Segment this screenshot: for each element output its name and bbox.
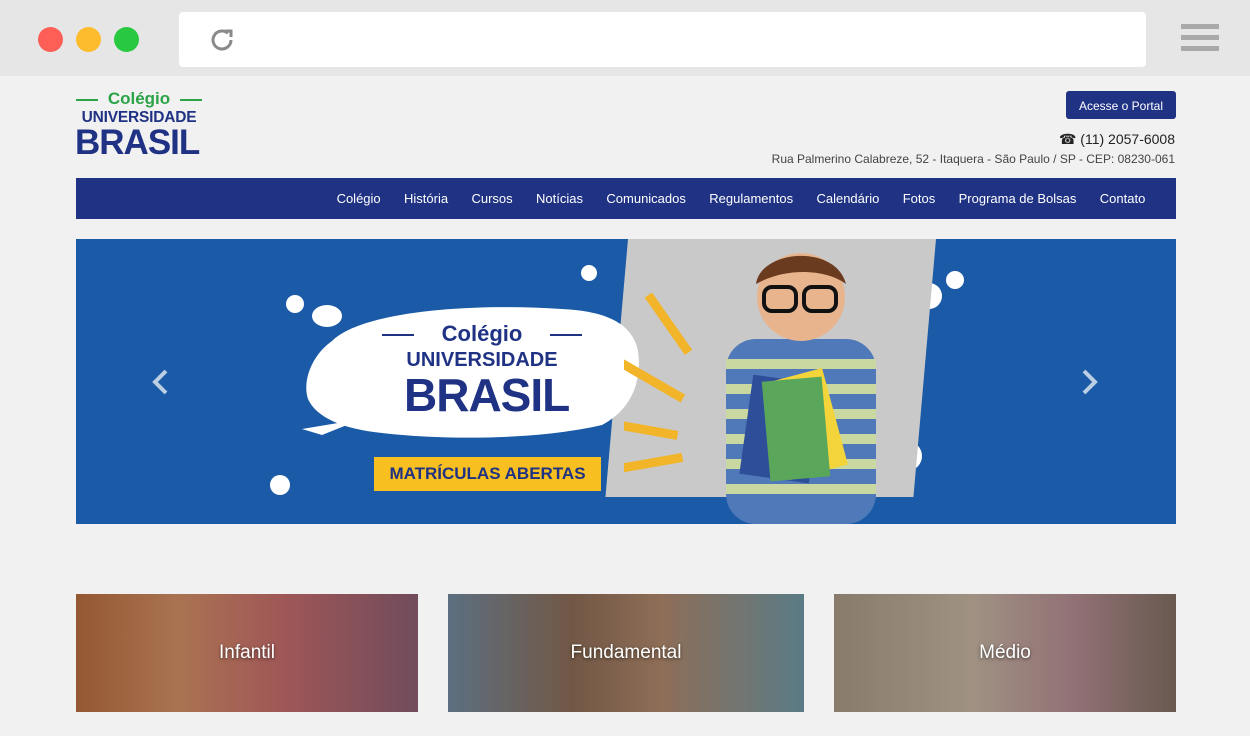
- minimize-window-button[interactable]: [76, 27, 101, 52]
- nav-item-programa-de-bolsas[interactable]: Programa de Bolsas: [947, 178, 1088, 219]
- student-photo: [726, 253, 876, 524]
- logo-line3: BRASIL: [75, 123, 200, 162]
- nav-item-colegio[interactable]: Colégio: [325, 178, 392, 219]
- banner-logo-line1: Colégio: [382, 321, 582, 347]
- paint-splash: [581, 265, 597, 281]
- paint-splash: [946, 271, 964, 289]
- nav-item-cursos[interactable]: Cursos: [460, 178, 525, 219]
- browser-chrome: [0, 0, 1250, 76]
- paint-splash: [270, 475, 290, 495]
- portal-access-button[interactable]: Acesse o Portal: [1066, 91, 1176, 119]
- site-logo[interactable]: Colégio UNIVERSIDADE BRASIL: [75, 88, 202, 164]
- address-bar[interactable]: [179, 12, 1146, 67]
- nav-item-regulamentos[interactable]: Regulamentos: [698, 178, 805, 219]
- card-label: Infantil: [219, 642, 275, 663]
- nav-item-contato[interactable]: Contato: [1088, 178, 1157, 219]
- carousel-next-icon[interactable]: [1074, 367, 1104, 397]
- phone-icon: ☎: [1058, 131, 1077, 147]
- nav-item-fotos[interactable]: Fotos: [891, 178, 947, 219]
- maximize-window-button[interactable]: [114, 27, 139, 52]
- banner-logo-line3: BRASIL: [404, 369, 570, 421]
- enrollment-badge[interactable]: MATRÍCULAS ABERTAS: [374, 457, 601, 491]
- logo-line1: Colégio: [76, 88, 202, 110]
- enrollment-badge-label: MATRÍCULAS ABERTAS: [389, 464, 586, 483]
- nav-item-noticias[interactable]: Notícias: [524, 178, 594, 219]
- banner-logo: Colégio UNIVERSIDADE BRASIL: [382, 321, 582, 422]
- hamburger-menu-icon[interactable]: [1181, 24, 1219, 54]
- close-window-button[interactable]: [38, 27, 63, 52]
- card-medio[interactable]: Médio: [834, 594, 1176, 712]
- card-fundamental[interactable]: Fundamental: [448, 594, 804, 712]
- nav-item-calendario[interactable]: Calendário: [805, 178, 891, 219]
- card-label: Fundamental: [570, 642, 682, 663]
- hero-carousel: Colégio UNIVERSIDADE BRASIL MATRÍCULAS A…: [76, 239, 1176, 524]
- phone-text: (11) 2057-6008: [1080, 131, 1175, 147]
- nav-item-comunicados[interactable]: Comunicados: [595, 178, 698, 219]
- carousel-prev-icon[interactable]: [146, 367, 176, 397]
- main-navigation: Colégio História Cursos Notícias Comunic…: [76, 178, 1176, 219]
- card-label: Médio: [979, 642, 1031, 663]
- reload-icon[interactable]: [207, 25, 237, 55]
- address-text: Rua Palmerino Calabreze, 52 - Itaquera -…: [771, 152, 1175, 166]
- card-infantil[interactable]: Infantil: [76, 594, 418, 712]
- nav-item-historia[interactable]: História: [392, 178, 459, 219]
- phone-number: ☎ (11) 2057-6008: [1059, 131, 1175, 148]
